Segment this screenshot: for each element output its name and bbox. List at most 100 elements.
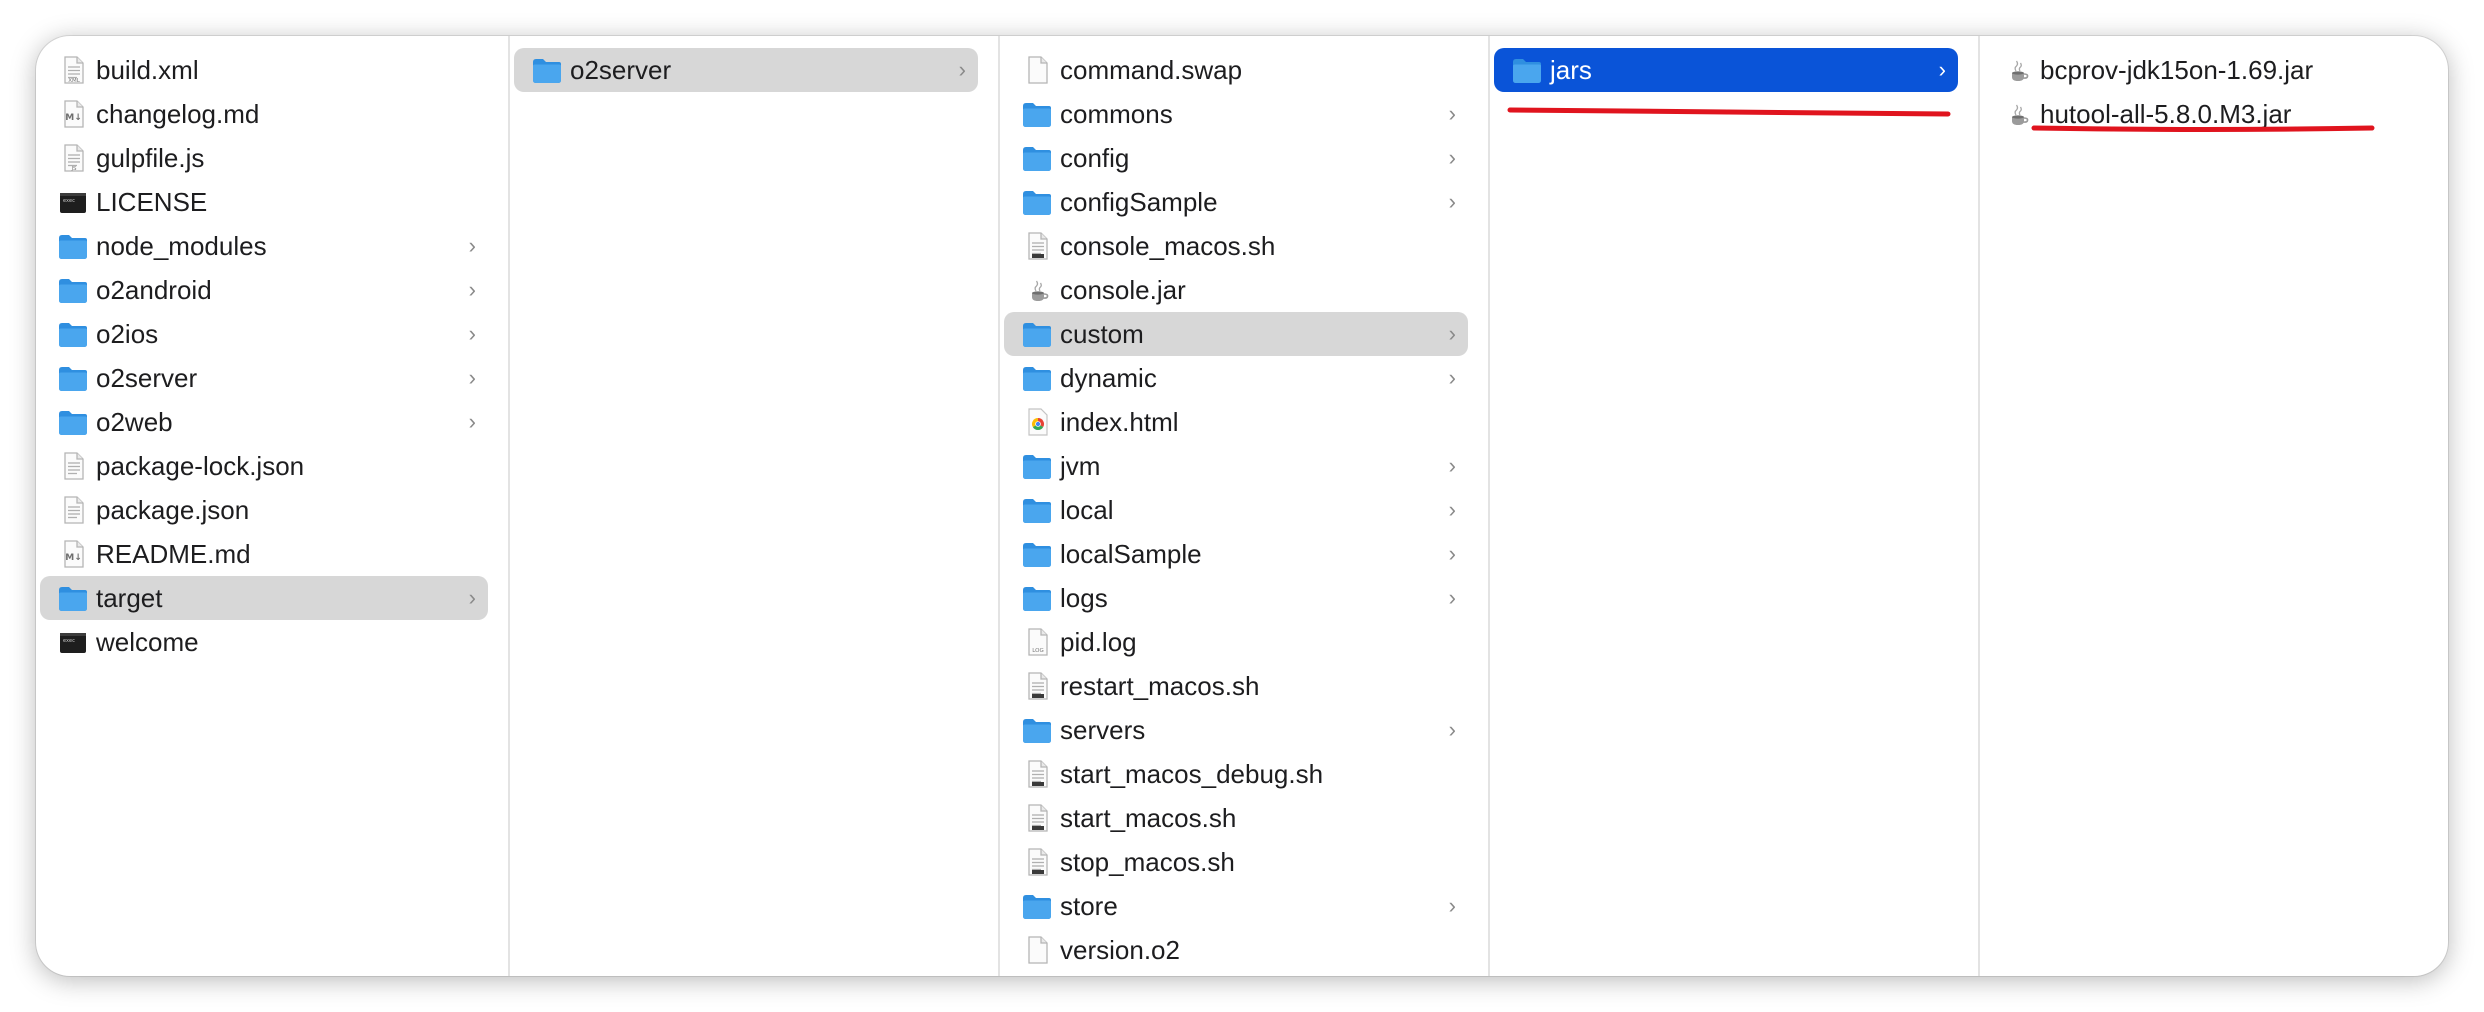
java-jar-icon xyxy=(2012,104,2029,125)
json-file-icon xyxy=(64,452,84,480)
chevron-right-icon: › xyxy=(468,409,476,434)
file-name-label: bcprov-jdk15on-1.69.jar xyxy=(2040,55,2314,85)
column-3[interactable]: command.swap commons › config › configSamp… xyxy=(1000,36,1490,976)
column-2[interactable]: o2server › xyxy=(510,36,1000,976)
file-row-store[interactable]: store › xyxy=(1004,884,1468,928)
file-row-node-modules[interactable]: node_modules › xyxy=(40,224,488,268)
file-row-gulpfile-js[interactable]: JS gulpfile.js xyxy=(40,136,488,180)
file-row-start-macos-sh[interactable]: start_macos.sh xyxy=(1004,796,1468,840)
file-row-local[interactable]: local › xyxy=(1004,488,1468,532)
svg-text:XML: XML xyxy=(68,78,81,84)
file-name-label: logs xyxy=(1060,583,1108,613)
finder-window: XML build.xml M↓ changelog.md JS gulpfile.j… xyxy=(36,36,2448,976)
svg-text:M↓: M↓ xyxy=(65,113,82,123)
js-file-icon: JS xyxy=(64,144,84,172)
file-row-config[interactable]: config › xyxy=(1004,136,1468,180)
file-row-package-json[interactable]: package.json xyxy=(40,488,488,532)
chevron-right-icon: › xyxy=(1448,893,1456,918)
file-name-label: o2server xyxy=(96,363,198,393)
file-row-readme-md[interactable]: M↓ README.md xyxy=(40,532,488,576)
file-name-label: version.o2 xyxy=(1060,935,1180,965)
chevron-right-icon: › xyxy=(468,365,476,390)
folder-icon xyxy=(59,411,87,435)
folder-icon xyxy=(1023,587,1051,611)
svg-text:LOG: LOG xyxy=(1032,648,1043,654)
java-jar-icon xyxy=(2012,60,2029,81)
file-row-target[interactable]: target › xyxy=(40,576,488,620)
file-row-hutool-all-5-8-0-m3-jar[interactable]: hutool-all-5.8.0.M3.jar xyxy=(1984,92,2428,136)
file-row-o2web[interactable]: o2web › xyxy=(40,400,488,444)
column-4[interactable]: jars › xyxy=(1490,36,1980,976)
file-row-pid-log[interactable]: LOG pid.log xyxy=(1004,620,1468,664)
file-name-label: configSample xyxy=(1060,187,1218,217)
blank-file-icon xyxy=(1028,56,1048,84)
file-name-label: localSample xyxy=(1060,539,1202,569)
folder-icon xyxy=(533,59,561,83)
folder-icon xyxy=(1023,103,1051,127)
column-5[interactable]: bcprov-jdk15on-1.69.jar hutool-all-5.8.0… xyxy=(1980,36,2448,976)
file-row-o2ios[interactable]: o2ios › xyxy=(40,312,488,356)
file-row-stop-macos-sh[interactable]: stop_macos.sh xyxy=(1004,840,1468,884)
file-row-restart-macos-sh[interactable]: restart_macos.sh xyxy=(1004,664,1468,708)
chevron-right-icon: › xyxy=(468,233,476,258)
file-row-jars[interactable]: jars › xyxy=(1494,48,1958,92)
file-row-build-xml[interactable]: XML build.xml xyxy=(40,48,488,92)
markdown-file-icon: M↓ xyxy=(64,100,84,128)
svg-text:exec: exec xyxy=(63,638,75,644)
folder-icon xyxy=(1023,147,1051,171)
file-row-bcprov-jdk15on-1-69-jar[interactable]: bcprov-jdk15on-1.69.jar xyxy=(1984,48,2428,92)
file-name-label: o2web xyxy=(96,407,173,437)
file-name-label: jvm xyxy=(1060,451,1101,481)
column-1[interactable]: XML build.xml M↓ changelog.md JS gulpfile.j… xyxy=(36,36,510,976)
shell-script-icon xyxy=(1028,760,1048,788)
file-name-label: config xyxy=(1060,143,1130,173)
file-row-commons[interactable]: commons › xyxy=(1004,92,1468,136)
file-row-changelog-md[interactable]: M↓ changelog.md xyxy=(40,92,488,136)
file-row-command-swap[interactable]: command.swap xyxy=(1004,48,1468,92)
shell-script-icon xyxy=(1028,804,1048,832)
file-name-label: welcome xyxy=(96,627,199,657)
file-row-package-lock-json[interactable]: package-lock.json xyxy=(40,444,488,488)
file-row-o2server[interactable]: o2server › xyxy=(514,48,978,92)
terminal-file-icon: exec xyxy=(60,633,86,653)
chevron-right-icon: › xyxy=(1448,321,1456,346)
svg-text:exec: exec xyxy=(63,198,75,204)
folder-icon xyxy=(1023,543,1051,567)
file-row-configsample[interactable]: configSample › xyxy=(1004,180,1468,224)
chevron-right-icon: › xyxy=(468,585,476,610)
file-name-label: pid.log xyxy=(1060,627,1137,657)
folder-icon xyxy=(59,235,87,259)
file-name-label: servers xyxy=(1060,715,1146,745)
file-name-label: o2android xyxy=(96,275,212,305)
file-row-jvm[interactable]: jvm › xyxy=(1004,444,1468,488)
folder-icon xyxy=(59,367,87,391)
blank-file-icon xyxy=(1028,936,1048,964)
file-row-console-jar[interactable]: console.jar xyxy=(1004,268,1468,312)
file-row-welcome[interactable]: exec welcome xyxy=(40,620,488,664)
file-row-index-html[interactable]: index.html xyxy=(1004,400,1468,444)
file-row-custom[interactable]: custom › xyxy=(1004,312,1468,356)
folder-icon xyxy=(59,279,87,303)
file-name-label: custom xyxy=(1060,319,1144,349)
file-row-license[interactable]: exec LICENSE xyxy=(40,180,488,224)
file-row-version-o2[interactable]: version.o2 xyxy=(1004,928,1468,972)
file-name-label: local xyxy=(1060,495,1114,525)
file-name-label: build.xml xyxy=(96,55,199,85)
file-name-label: commons xyxy=(1060,99,1173,129)
file-row-localsample[interactable]: localSample › xyxy=(1004,532,1468,576)
file-name-label: dynamic xyxy=(1060,363,1157,393)
file-name-label: jars xyxy=(1550,55,1592,85)
file-row-o2android[interactable]: o2android › xyxy=(40,268,488,312)
file-row-dynamic[interactable]: dynamic › xyxy=(1004,356,1468,400)
file-row-servers[interactable]: servers › xyxy=(1004,708,1468,752)
file-row-console-macos-sh[interactable]: console_macos.sh xyxy=(1004,224,1468,268)
chevron-right-icon: › xyxy=(1448,541,1456,566)
file-name-label: index.html xyxy=(1060,407,1179,437)
svg-text:M↓: M↓ xyxy=(65,553,82,563)
java-jar-icon xyxy=(1032,280,1049,301)
chevron-right-icon: › xyxy=(1448,101,1456,126)
file-row-start-macos-debug-sh[interactable]: start_macos_debug.sh xyxy=(1004,752,1468,796)
file-row-logs[interactable]: logs › xyxy=(1004,576,1468,620)
file-name-label: stop_macos.sh xyxy=(1060,847,1235,877)
file-row-o2server[interactable]: o2server › xyxy=(40,356,488,400)
